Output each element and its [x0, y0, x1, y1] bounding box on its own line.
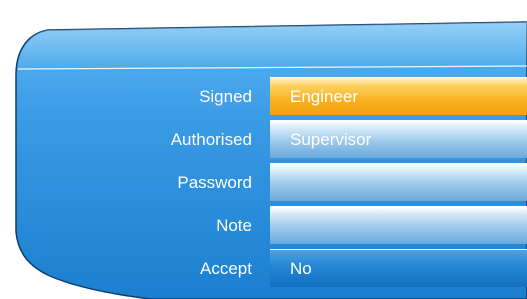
password-label: Password [177, 173, 252, 192]
authorised-field[interactable]: Supervisor [270, 120, 527, 158]
password-field[interactable] [270, 163, 527, 201]
accept-label: Accept [200, 259, 252, 278]
signature-dialog: Signed Engineer Authorised Supervisor Pa… [0, 0, 527, 299]
accept-field[interactable]: No [270, 249, 527, 287]
note-label: Note [216, 216, 252, 235]
signed-label: Signed [199, 87, 252, 106]
authorised-label: Authorised [170, 130, 252, 149]
authorised-value: Supervisor [290, 130, 372, 149]
accept-value: No [290, 259, 312, 278]
signed-field[interactable]: Engineer [270, 77, 527, 115]
note-field[interactable] [270, 206, 527, 244]
signed-value: Engineer [290, 87, 359, 106]
